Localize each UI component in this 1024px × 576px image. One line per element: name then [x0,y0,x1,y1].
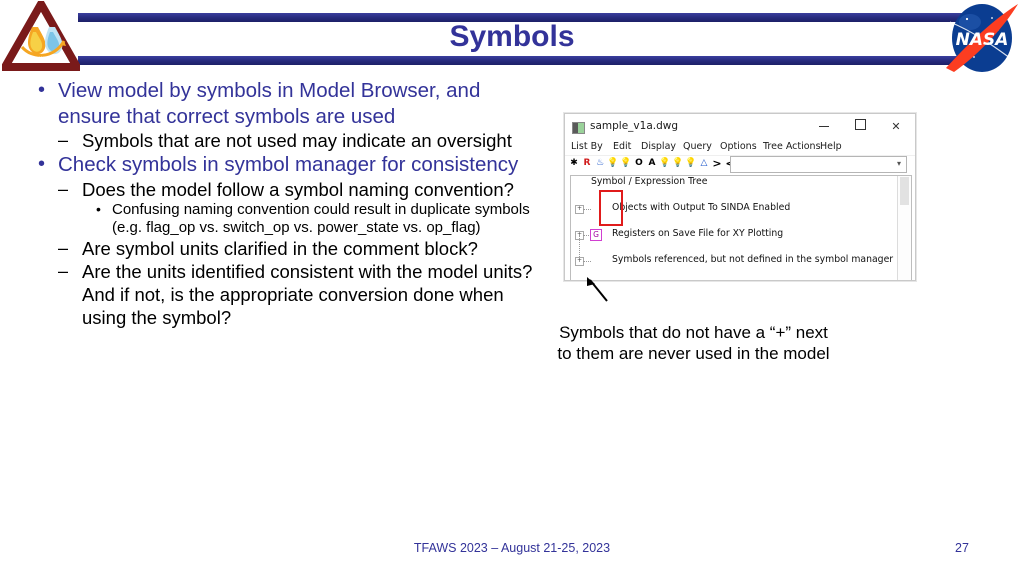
bullet-marker: – [58,237,69,258]
lamp-3-icon[interactable]: 💡 [685,157,697,170]
tree-root-label: Symbol / Expression Tree [591,176,708,187]
menu-item-edit[interactable]: Edit [613,141,631,152]
bullet-marker: – [58,260,69,281]
menu-item-list-by[interactable]: List By [571,141,603,152]
bullet-level1: • View model by symbols in Model Browser… [0,78,540,129]
scrollbar-thumb[interactable] [900,177,909,205]
lamp-1-icon[interactable]: 💡 [607,157,619,170]
bullet-text: Are symbol units clarified in the commen… [82,237,478,259]
bullet-text: Check symbols in symbol manager for cons… [58,153,519,176]
next-icon[interactable]: > [711,157,723,170]
asterisk-icon[interactable]: ✱ [568,157,580,170]
register-badge-icon: G [590,229,602,241]
node-icon[interactable]: ♨ [594,157,606,170]
nasa-logo: NASA [944,2,1020,74]
circle-icon[interactable]: O [633,157,645,170]
window-title: sample_v1a.dwg [590,120,679,132]
footer-text: TFAWS 2023 – August 21-25, 2023 [413,541,611,555]
tree-vertical-scrollbar[interactable] [897,176,911,280]
callout-arrow [585,277,611,303]
bullet-marker: – [58,178,69,199]
bullet-level2: – Are the units identified consistent wi… [0,260,540,329]
bullet-level3: • Confusing naming convention could resu… [0,201,540,237]
slide-header: ANALYSIS WORKSHOP Symbols NASA [0,0,1024,78]
window-titlebar: sample_v1a.dwg ✕ [565,114,915,140]
bullet-text: Symbols that are not used may indicate a… [82,130,512,151]
lamp-10-icon[interactable]: 💡 [672,157,684,170]
symbol-expression-tree[interactable]: Symbol / Expression Tree + Objects with … [570,175,912,281]
header-bar-bottom [78,56,978,65]
bullet-level1: • Check symbols in symbol manager for co… [0,152,540,178]
letter-a-icon[interactable]: A [646,157,658,170]
lamp-0-icon[interactable]: 💡 [620,157,632,170]
tree-row[interactable]: + G Registers on Save File for XY Plotti… [571,228,893,241]
callout-caption: Symbols that do not have a “+” next to t… [557,323,830,363]
tree-item-label: Symbols referenced, but not defined in t… [612,254,894,265]
menu-item-options[interactable]: Options [720,141,757,152]
bullet-level2: – Are symbol units clarified in the comm… [0,237,540,260]
symbol-manager-window: sample_v1a.dwg ✕ List By Edit Display Qu… [564,113,916,281]
bullet-text: Does the model follow a symbol naming co… [82,178,514,200]
maximize-button[interactable] [847,118,873,136]
menu-item-query[interactable]: Query [683,141,712,152]
bullet-marker: – [58,130,69,150]
svg-text:NASA: NASA [956,30,1009,50]
slide-body: • View model by symbols in Model Browser… [0,78,540,329]
tree-row[interactable]: – G general [571,280,893,281]
tree-item-label: Registers on Save File for XY Plotting [612,228,784,239]
bullet-text: Confusing naming convention could result… [112,200,530,236]
lamp-2-icon[interactable]: 💡 [659,157,671,170]
highlight-box [599,190,623,226]
window-menubar: List By Edit Display Query Options Tree … [565,140,915,155]
bullet-list: • View model by symbols in Model Browser… [0,78,540,329]
menu-item-display[interactable]: Display [641,141,676,152]
close-button[interactable]: ✕ [883,118,909,136]
bullet-text: View model by symbols in Model Browser, … [58,79,481,128]
bullet-text: Are the units identified consistent with… [82,260,533,328]
bullet-marker: • [38,153,46,175]
bullet-marker: • [38,79,46,101]
bullet-marker: • [96,200,101,217]
plot-icon[interactable]: △ [698,157,710,170]
chevron-down-icon[interactable]: ▾ [897,159,901,168]
register-icon[interactable]: R [581,157,593,170]
page-title: Symbols [449,20,575,53]
bullet-level2: – Symbols that are not used may indicate… [0,129,540,152]
minimize-button[interactable] [811,118,837,136]
page-number: 27 [955,541,969,555]
application-icon [572,122,585,134]
filter-combobox[interactable]: ▾ [730,156,907,173]
svg-text:ANALYSIS WORKSHOP: ANALYSIS WORKSHOP [15,56,68,61]
tree-row[interactable]: + Symbols referenced, but not defined in… [571,254,893,267]
bullet-level2: – Does the model follow a symbol naming … [0,178,540,201]
window-toolbar: ✱ R ♨ 💡 💡 O A 💡 💡 💡 △ > < ▾ [565,155,915,173]
menu-item-help[interactable]: Help [820,141,842,152]
menu-item-tree-actions[interactable]: Tree Actions [763,141,821,152]
tree-item-label: Objects with Output To SINDA Enabled [612,202,791,213]
